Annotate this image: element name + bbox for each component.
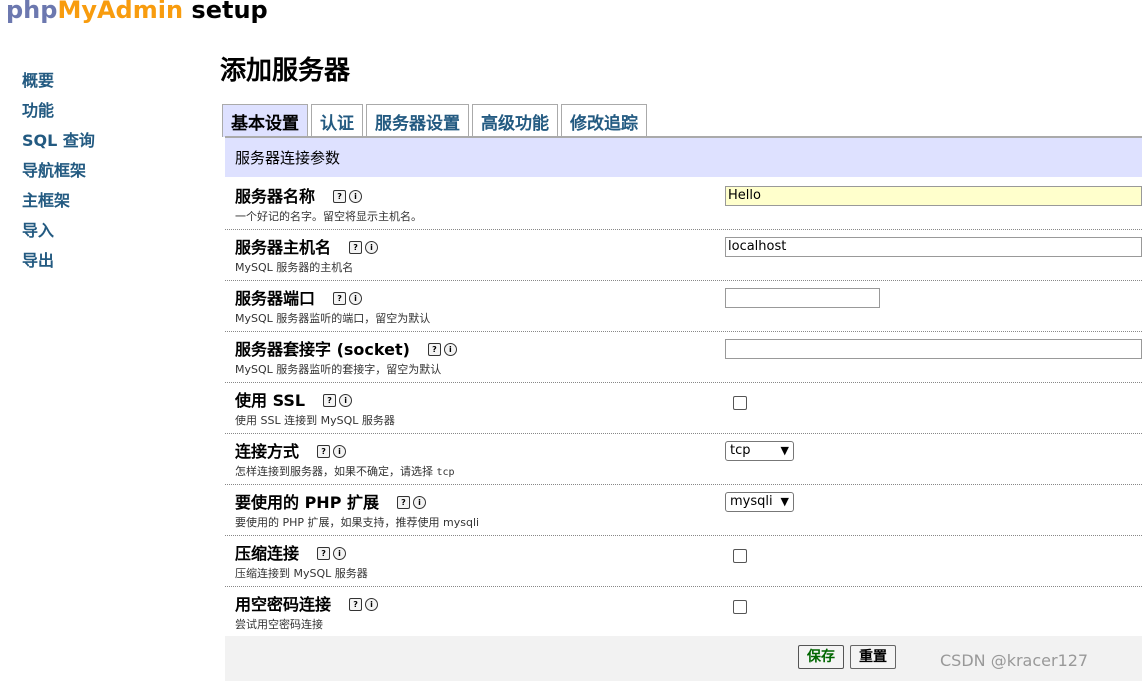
field-label: 要使用的 PHP 扩展? i (235, 489, 429, 513)
help-icon[interactable]: ? (323, 394, 337, 407)
info-icon[interactable]: i (333, 547, 347, 560)
info-icon[interactable]: i (339, 394, 353, 407)
help-icon[interactable]: ? (427, 343, 441, 356)
logo-part-setup: setup (183, 0, 268, 24)
info-icon[interactable]: i (349, 190, 363, 203)
help-icon[interactable]: ? (333, 190, 347, 203)
select-value: tcp (730, 443, 751, 458)
field-label: 连接方式? i (235, 438, 349, 462)
help-icon[interactable]: ? (397, 496, 410, 509)
chevron-down-icon: ▼ (780, 495, 789, 508)
row-connect-type: 连接方式? i 怎样连接到服务器，如果不确定，请选择 tcp tcp ▼ (225, 434, 1142, 485)
info-icon[interactable]: i (443, 343, 457, 356)
sidebar-item-features[interactable]: 功能 (22, 96, 95, 126)
sidebar-item-export[interactable]: 导出 (22, 246, 95, 276)
sidebar-item-overview[interactable]: 概要 (22, 66, 95, 96)
app-logo: phpMyAdmin setup (6, 0, 268, 24)
field-label: 使用 SSL? i (235, 387, 355, 411)
help-icon[interactable]: ? (349, 598, 363, 611)
field-label-text: 服务器名称 (235, 187, 316, 206)
row-compress: 压缩连接? i 压缩连接到 MySQL 服务器 (225, 536, 1142, 587)
tab-authentication[interactable]: 认证 (311, 104, 363, 137)
field-label-text: 压缩连接 (235, 544, 300, 563)
field-label: 用空密码连接? i (235, 591, 381, 615)
sidebar: 概要 功能 SQL 查询 导航框架 主框架 导入 导出 (22, 66, 95, 276)
tab-advanced-features[interactable]: 高级功能 (472, 104, 558, 137)
server-host-input[interactable]: localhost (725, 237, 1142, 257)
row-nopassword: 用空密码连接? i 尝试用空密码连接 (225, 587, 1142, 637)
info-icon[interactable]: i (413, 496, 426, 509)
field-label: 服务器套接字 (socket)? i (235, 336, 460, 360)
info-icon[interactable]: i (365, 598, 379, 611)
field-label-text: 服务器主机名 (235, 238, 332, 257)
field-label: 服务器端口? i (235, 285, 365, 309)
sidebar-item-sql-query[interactable]: SQL 查询 (22, 126, 95, 156)
page-title: 添加服务器 (220, 56, 351, 86)
tab-server-settings[interactable]: 服务器设置 (366, 104, 469, 137)
field-label-text: 用空密码连接 (235, 595, 332, 614)
watermark: CSDN @kracer127 (940, 651, 1089, 670)
save-button[interactable]: 保存 (798, 645, 844, 669)
nopassword-checkbox[interactable] (733, 600, 747, 614)
field-label-text: 要使用的 PHP 扩展 (235, 493, 379, 512)
compress-checkbox[interactable] (733, 549, 747, 563)
field-description: MySQL 服务器监听的套接字，留空为默认 (235, 363, 442, 376)
field-description: MySQL 服务器监听的端口，留空为默认 (235, 312, 431, 325)
chevron-down-icon: ▼ (780, 444, 789, 457)
select-value: mysqli (730, 494, 773, 509)
use-ssl-checkbox[interactable] (733, 396, 747, 410)
connect-type-select[interactable]: tcp ▼ (725, 441, 794, 461)
logo-part-php: php (6, 0, 58, 24)
info-icon[interactable]: i (349, 292, 363, 305)
field-label-text: 服务器端口 (235, 289, 316, 308)
field-label: 服务器名称? i (235, 183, 365, 207)
reset-button[interactable]: 重置 (850, 645, 896, 669)
row-php-extension: 要使用的 PHP 扩展? i 要使用的 PHP 扩展，如果支持，推荐使用 mysq… (225, 485, 1142, 536)
fieldset-legend: 服务器连接参数 (225, 138, 1142, 177)
field-label-text: 服务器套接字 (socket) (235, 340, 410, 359)
logo-part-myadmin: MyAdmin (57, 0, 184, 24)
info-icon[interactable]: i (365, 241, 379, 254)
field-description: 要使用的 PHP 扩展，如果支持，推荐使用 mysqli (235, 516, 480, 529)
server-name-input[interactable]: Hello (725, 186, 1142, 206)
sidebar-item-navigation-frame[interactable]: 导航框架 (22, 156, 95, 186)
field-description: 使用 SSL 连接到 MySQL 服务器 (235, 414, 395, 427)
php-extension-select[interactable]: mysqli ▼ (725, 492, 794, 512)
field-description-text: 怎样连接到服务器，如果不确定，请选择 (235, 465, 437, 478)
field-description: 怎样连接到服务器，如果不确定，请选择 tcp (235, 463, 455, 479)
sidebar-item-import[interactable]: 导入 (22, 216, 95, 246)
field-description: 压缩连接到 MySQL 服务器 (235, 567, 368, 580)
row-server-port: 服务器端口? i MySQL 服务器监听的端口，留空为默认 (225, 281, 1142, 332)
field-label-text: 连接方式 (235, 442, 300, 461)
help-icon[interactable]: ? (317, 445, 331, 458)
row-server-socket: 服务器套接字 (socket)? i MySQL 服务器监听的套接字，留空为默认 (225, 332, 1142, 383)
field-label: 压缩连接? i (235, 540, 349, 564)
help-icon[interactable]: ? (333, 292, 347, 305)
info-icon[interactable]: i (333, 445, 347, 458)
help-icon[interactable]: ? (349, 241, 363, 254)
tab-change-tracking[interactable]: 修改追踪 (561, 104, 647, 137)
tab-bar: 基本设置 认证 服务器设置 高级功能 修改追踪 (222, 104, 647, 137)
settings-panel: 服务器连接参数 服务器名称? i 一个好记的名字。留空将显示主机名。 Hello … (225, 136, 1142, 681)
field-description: 一个好记的名字。留空将显示主机名。 (235, 210, 422, 223)
row-server-host: 服务器主机名? i MySQL 服务器的主机名 localhost (225, 230, 1142, 281)
field-description: MySQL 服务器的主机名 (235, 261, 354, 274)
server-port-input[interactable] (725, 288, 880, 308)
field-label-text: 使用 SSL (235, 391, 306, 410)
server-socket-input[interactable] (725, 339, 1142, 359)
row-use-ssl: 使用 SSL? i 使用 SSL 连接到 MySQL 服务器 (225, 383, 1142, 434)
sidebar-item-main-frame[interactable]: 主框架 (22, 186, 95, 216)
row-server-name: 服务器名称? i 一个好记的名字。留空将显示主机名。 Hello (225, 179, 1142, 230)
field-description-code: tcp (436, 467, 455, 478)
field-description: 尝试用空密码连接 (235, 618, 323, 631)
help-icon[interactable]: ? (317, 547, 331, 560)
tab-basic-settings[interactable]: 基本设置 (222, 104, 308, 137)
field-label: 服务器主机名? i (235, 234, 381, 258)
